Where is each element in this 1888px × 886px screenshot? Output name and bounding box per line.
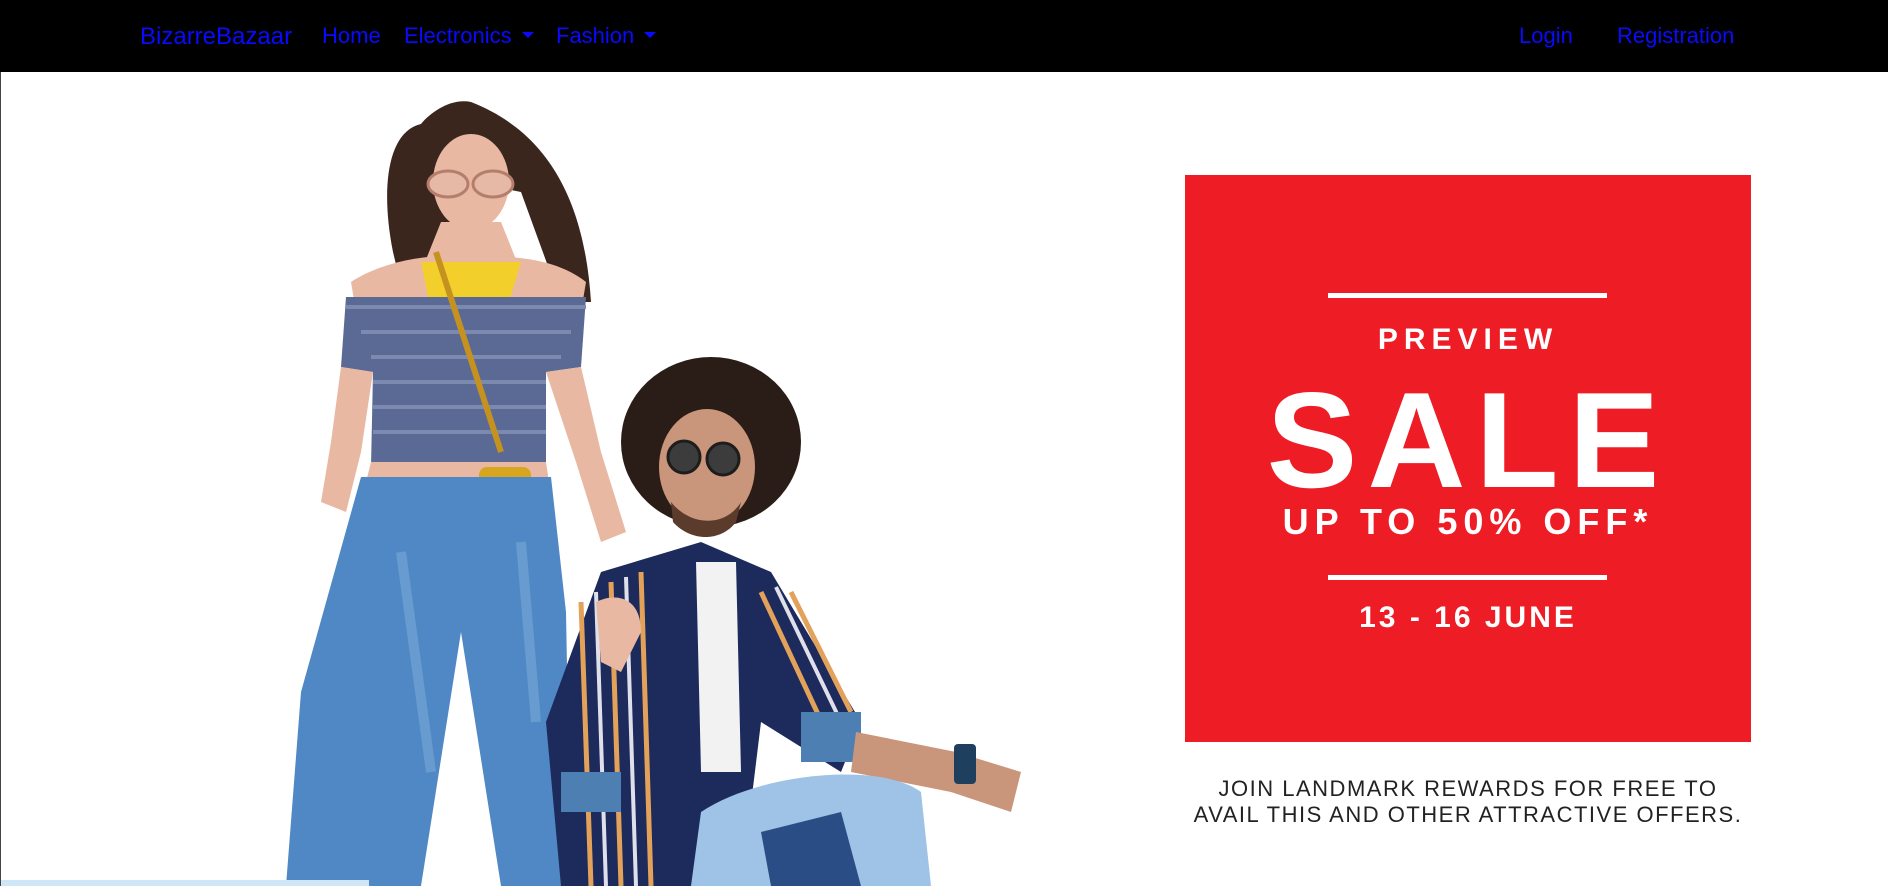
nav-fashion-label: Fashion xyxy=(556,23,635,48)
carousel-next-icon[interactable]: › xyxy=(1743,572,1783,632)
rewards-line-1: JOIN LANDMARK REWARDS FOR FREE TO xyxy=(1218,776,1718,801)
carousel-indicator[interactable] xyxy=(1,880,369,886)
banner-discount-text: UP TO 50% OFF* xyxy=(1282,501,1654,542)
nav-electronics-dropdown[interactable]: Electronics xyxy=(404,20,534,52)
chevron-down-icon xyxy=(644,32,657,39)
hero-carousel: PREVIEW SALE UP TO 50% OFF* 13 - 16 JUNE… xyxy=(0,72,1888,886)
nav-home-link[interactable]: Home xyxy=(322,20,381,52)
banner-divider-top xyxy=(1328,293,1607,298)
banner-dates-text: 13 - 16 JUNE xyxy=(1359,601,1577,634)
registration-link[interactable]: Registration xyxy=(1617,20,1734,52)
nav-electronics-label: Electronics xyxy=(404,23,512,48)
nav-fashion-dropdown[interactable]: Fashion xyxy=(556,20,657,52)
rewards-text: JOIN LANDMARK REWARDS FOR FREE TO AVAIL … xyxy=(1185,776,1751,828)
banner-divider-bottom xyxy=(1328,575,1607,580)
top-navbar: BizarreBazaar Home Electronics Fashion L… xyxy=(0,0,1888,73)
brand-logo-link[interactable]: BizarreBazaar xyxy=(140,21,292,53)
banner-sale-text: SALE xyxy=(1266,364,1670,516)
sale-banner: PREVIEW SALE UP TO 50% OFF* 13 - 16 JUNE xyxy=(1185,175,1751,742)
man-figure xyxy=(546,357,1021,886)
banner-preview-text: PREVIEW xyxy=(1377,323,1559,356)
login-link[interactable]: Login xyxy=(1519,20,1573,52)
chevron-down-icon xyxy=(521,32,534,39)
rewards-line-2: AVAIL THIS AND OTHER ATTRACTIVE OFFERS. xyxy=(1193,802,1743,827)
